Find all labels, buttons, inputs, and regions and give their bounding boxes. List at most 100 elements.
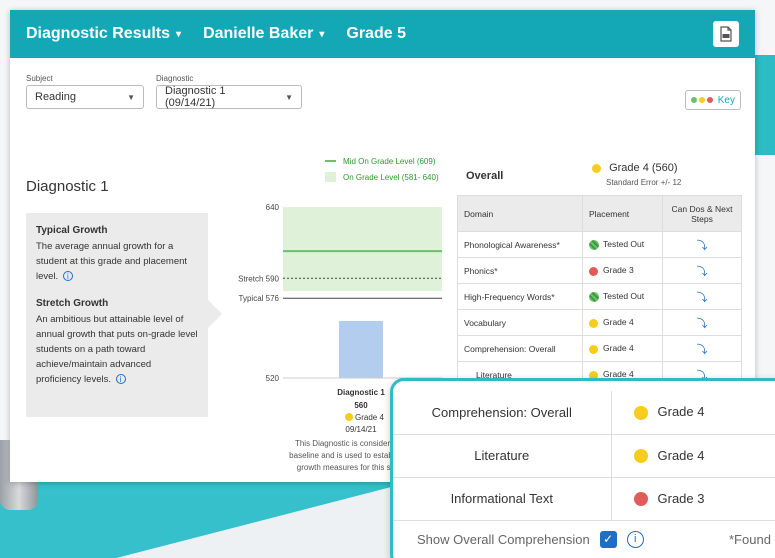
diagnostic-select[interactable]: Diagnostic 1 (09/14/21) ▼ bbox=[156, 85, 302, 109]
yellow-dot-icon bbox=[589, 318, 598, 328]
next-steps-cell[interactable]: ⤵ bbox=[662, 335, 742, 362]
typical-growth-title: Typical Growth bbox=[36, 225, 108, 236]
subject-select[interactable]: Reading ▼ bbox=[26, 85, 144, 109]
next-steps-cell[interactable]: ⤵ bbox=[662, 257, 742, 284]
domain-table: Domain Placement Can Dos & Next Steps Ph… bbox=[457, 195, 742, 388]
bar-value-label: 560 bbox=[354, 401, 368, 410]
info-icon[interactable]: i bbox=[115, 374, 126, 384]
chevron-down-icon: ▾ bbox=[319, 28, 325, 40]
chevron-down-icon: ▾ bbox=[176, 28, 182, 40]
header-next-steps: Can Dos & Next Steps bbox=[662, 195, 742, 232]
domain-name: High-Frequency Words* bbox=[464, 291, 555, 302]
pdf-button[interactable] bbox=[713, 21, 739, 47]
placement-cell: Tested Out bbox=[582, 283, 663, 310]
show-overall-checkbox[interactable]: ✓ bbox=[599, 531, 617, 548]
crumb-label: Diagnostic Results bbox=[26, 25, 171, 42]
stretch-growth-text: An ambitious but attainable level of ann… bbox=[36, 312, 198, 387]
table-row: Literature Grade 4 bbox=[393, 434, 775, 478]
header-placement: Placement bbox=[582, 195, 663, 232]
filters-row: Subject Reading ▼ Diagnostic Diagnostic … bbox=[26, 74, 302, 109]
next-steps-cell[interactable]: ⤵ bbox=[662, 309, 742, 336]
crumb-diagnostic-results[interactable]: Diagnostic Results ▾ bbox=[26, 25, 181, 43]
domain-cell: Literature bbox=[393, 434, 612, 478]
domain-cell: Phonological Awareness* bbox=[457, 231, 583, 258]
overall-placement-value: Grade 4 (560) bbox=[609, 162, 678, 174]
table-row: Comprehension: Overall Grade 4 bbox=[393, 391, 775, 435]
tested-out-icon bbox=[589, 239, 599, 250]
pdf-file-icon bbox=[720, 26, 732, 42]
table-row: Informational Text Grade 3 bbox=[393, 477, 775, 521]
info-icon[interactable]: i bbox=[626, 531, 644, 548]
overall-placement: Grade 4 (560) bbox=[592, 162, 678, 174]
diagnostic-label: Diagnostic bbox=[156, 74, 194, 83]
placement-cell: Tested Out bbox=[582, 231, 663, 258]
domain-cell: Vocabulary bbox=[457, 309, 583, 336]
subject-filter: Subject Reading ▼ bbox=[26, 74, 144, 109]
crumb-label: Grade 5 bbox=[346, 25, 406, 42]
overall-standard-error: Standard Error +/- 12 bbox=[606, 178, 682, 187]
domain-cell: Phonics* bbox=[457, 257, 583, 284]
header-domain: Domain bbox=[457, 195, 583, 232]
key-button[interactable]: Key bbox=[684, 90, 741, 110]
typical-label: Typical 576 bbox=[239, 294, 280, 303]
placement-value: Grade 3 bbox=[657, 490, 705, 506]
domain-cell: Informational Text bbox=[393, 477, 612, 521]
placement-value: Grade 3 bbox=[603, 265, 634, 276]
next-steps-cell[interactable]: ⤵ bbox=[662, 231, 742, 258]
table-header-row: Domain Placement Can Dos & Next Steps bbox=[457, 195, 742, 232]
domain-cell: Comprehension: Overall bbox=[393, 391, 612, 435]
info-icon[interactable]: i bbox=[62, 271, 73, 281]
chevron-down-icon: ▼ bbox=[127, 92, 135, 102]
show-overall-row: Show Overall Comprehension ✓ i *Found bbox=[417, 531, 775, 548]
zoom-callout: Comprehension: Overall Grade 4 Literature G… bbox=[390, 378, 775, 558]
foundational-note: *Found bbox=[729, 532, 771, 547]
stretch-growth-title: Stretch Growth bbox=[36, 298, 109, 309]
show-overall-label: Show Overall Comprehension bbox=[417, 532, 590, 547]
chevron-down-icon: ▼ bbox=[285, 92, 293, 102]
placement-value: Tested Out bbox=[603, 291, 645, 302]
typical-growth-body: The average annual growth for a student … bbox=[36, 241, 188, 282]
placement-cell: Grade 4 bbox=[582, 335, 663, 362]
yellow-dot-icon bbox=[592, 163, 601, 173]
crumb-student[interactable]: Danielle Baker ▾ bbox=[203, 25, 324, 43]
legend-band-label: On Grade Level (581- 640) bbox=[343, 173, 439, 182]
domain-name: Informational Text bbox=[450, 491, 553, 506]
placement-value: Grade 4 bbox=[657, 447, 705, 463]
header-bar: Diagnostic Results ▾ Danielle Baker ▾ Gr… bbox=[10, 10, 755, 58]
stretch-label: Stretch 590 bbox=[238, 274, 279, 283]
arrow-down-icon: ⤵ bbox=[696, 343, 708, 356]
domain-name: Comprehension: Overall bbox=[431, 404, 572, 420]
table-row: Phonics* Grade 3 ⤵ bbox=[457, 257, 742, 284]
diagnostic-filter: Diagnostic Diagnostic 1 (09/14/21) ▼ bbox=[156, 74, 302, 109]
arrow-down-icon: ⤵ bbox=[696, 317, 708, 330]
typical-growth-text: The average annual growth for a student … bbox=[36, 239, 198, 284]
domain-name: Phonics* bbox=[464, 265, 498, 276]
yellow-dot-icon bbox=[633, 406, 648, 421]
table-row: Phonological Awareness* Tested Out ⤵ bbox=[457, 231, 742, 258]
zoom-table: Comprehension: Overall Grade 4 Literature G… bbox=[393, 391, 775, 521]
placement-cell: Grade 3 bbox=[611, 477, 775, 521]
subject-label: Subject bbox=[26, 74, 53, 83]
red-dot-icon bbox=[706, 97, 713, 103]
table-row: Vocabulary Grade 4 ⤵ bbox=[457, 309, 742, 336]
placement-value: Grade 4 bbox=[657, 404, 705, 420]
placement-value: Grade 4 bbox=[603, 343, 634, 354]
placement-cell: Grade 4 bbox=[611, 434, 775, 478]
arrow-down-icon: ⤵ bbox=[696, 291, 708, 304]
y-tick-label: 520 bbox=[266, 374, 280, 383]
bar-date-label: 09/14/21 bbox=[345, 425, 377, 434]
green-dot-icon bbox=[690, 97, 697, 103]
domain-cell: Comprehension: Overall bbox=[457, 335, 583, 362]
tested-out-icon bbox=[589, 291, 599, 302]
legend-band-swatch bbox=[325, 172, 336, 182]
placement-value: Grade 4 bbox=[603, 317, 634, 328]
diagnostic-value: Diagnostic 1 (09/14/21) bbox=[165, 85, 226, 109]
subject-value: Reading bbox=[35, 91, 76, 103]
arrow-down-icon: ⤵ bbox=[696, 239, 708, 252]
domain-name: Literature bbox=[474, 448, 530, 463]
arrow-down-icon: ⤵ bbox=[696, 265, 708, 278]
domain-name: Vocabulary bbox=[464, 317, 507, 328]
next-steps-cell[interactable]: ⤵ bbox=[662, 283, 742, 310]
yellow-dot-icon bbox=[633, 449, 648, 464]
red-dot-icon bbox=[589, 266, 598, 276]
